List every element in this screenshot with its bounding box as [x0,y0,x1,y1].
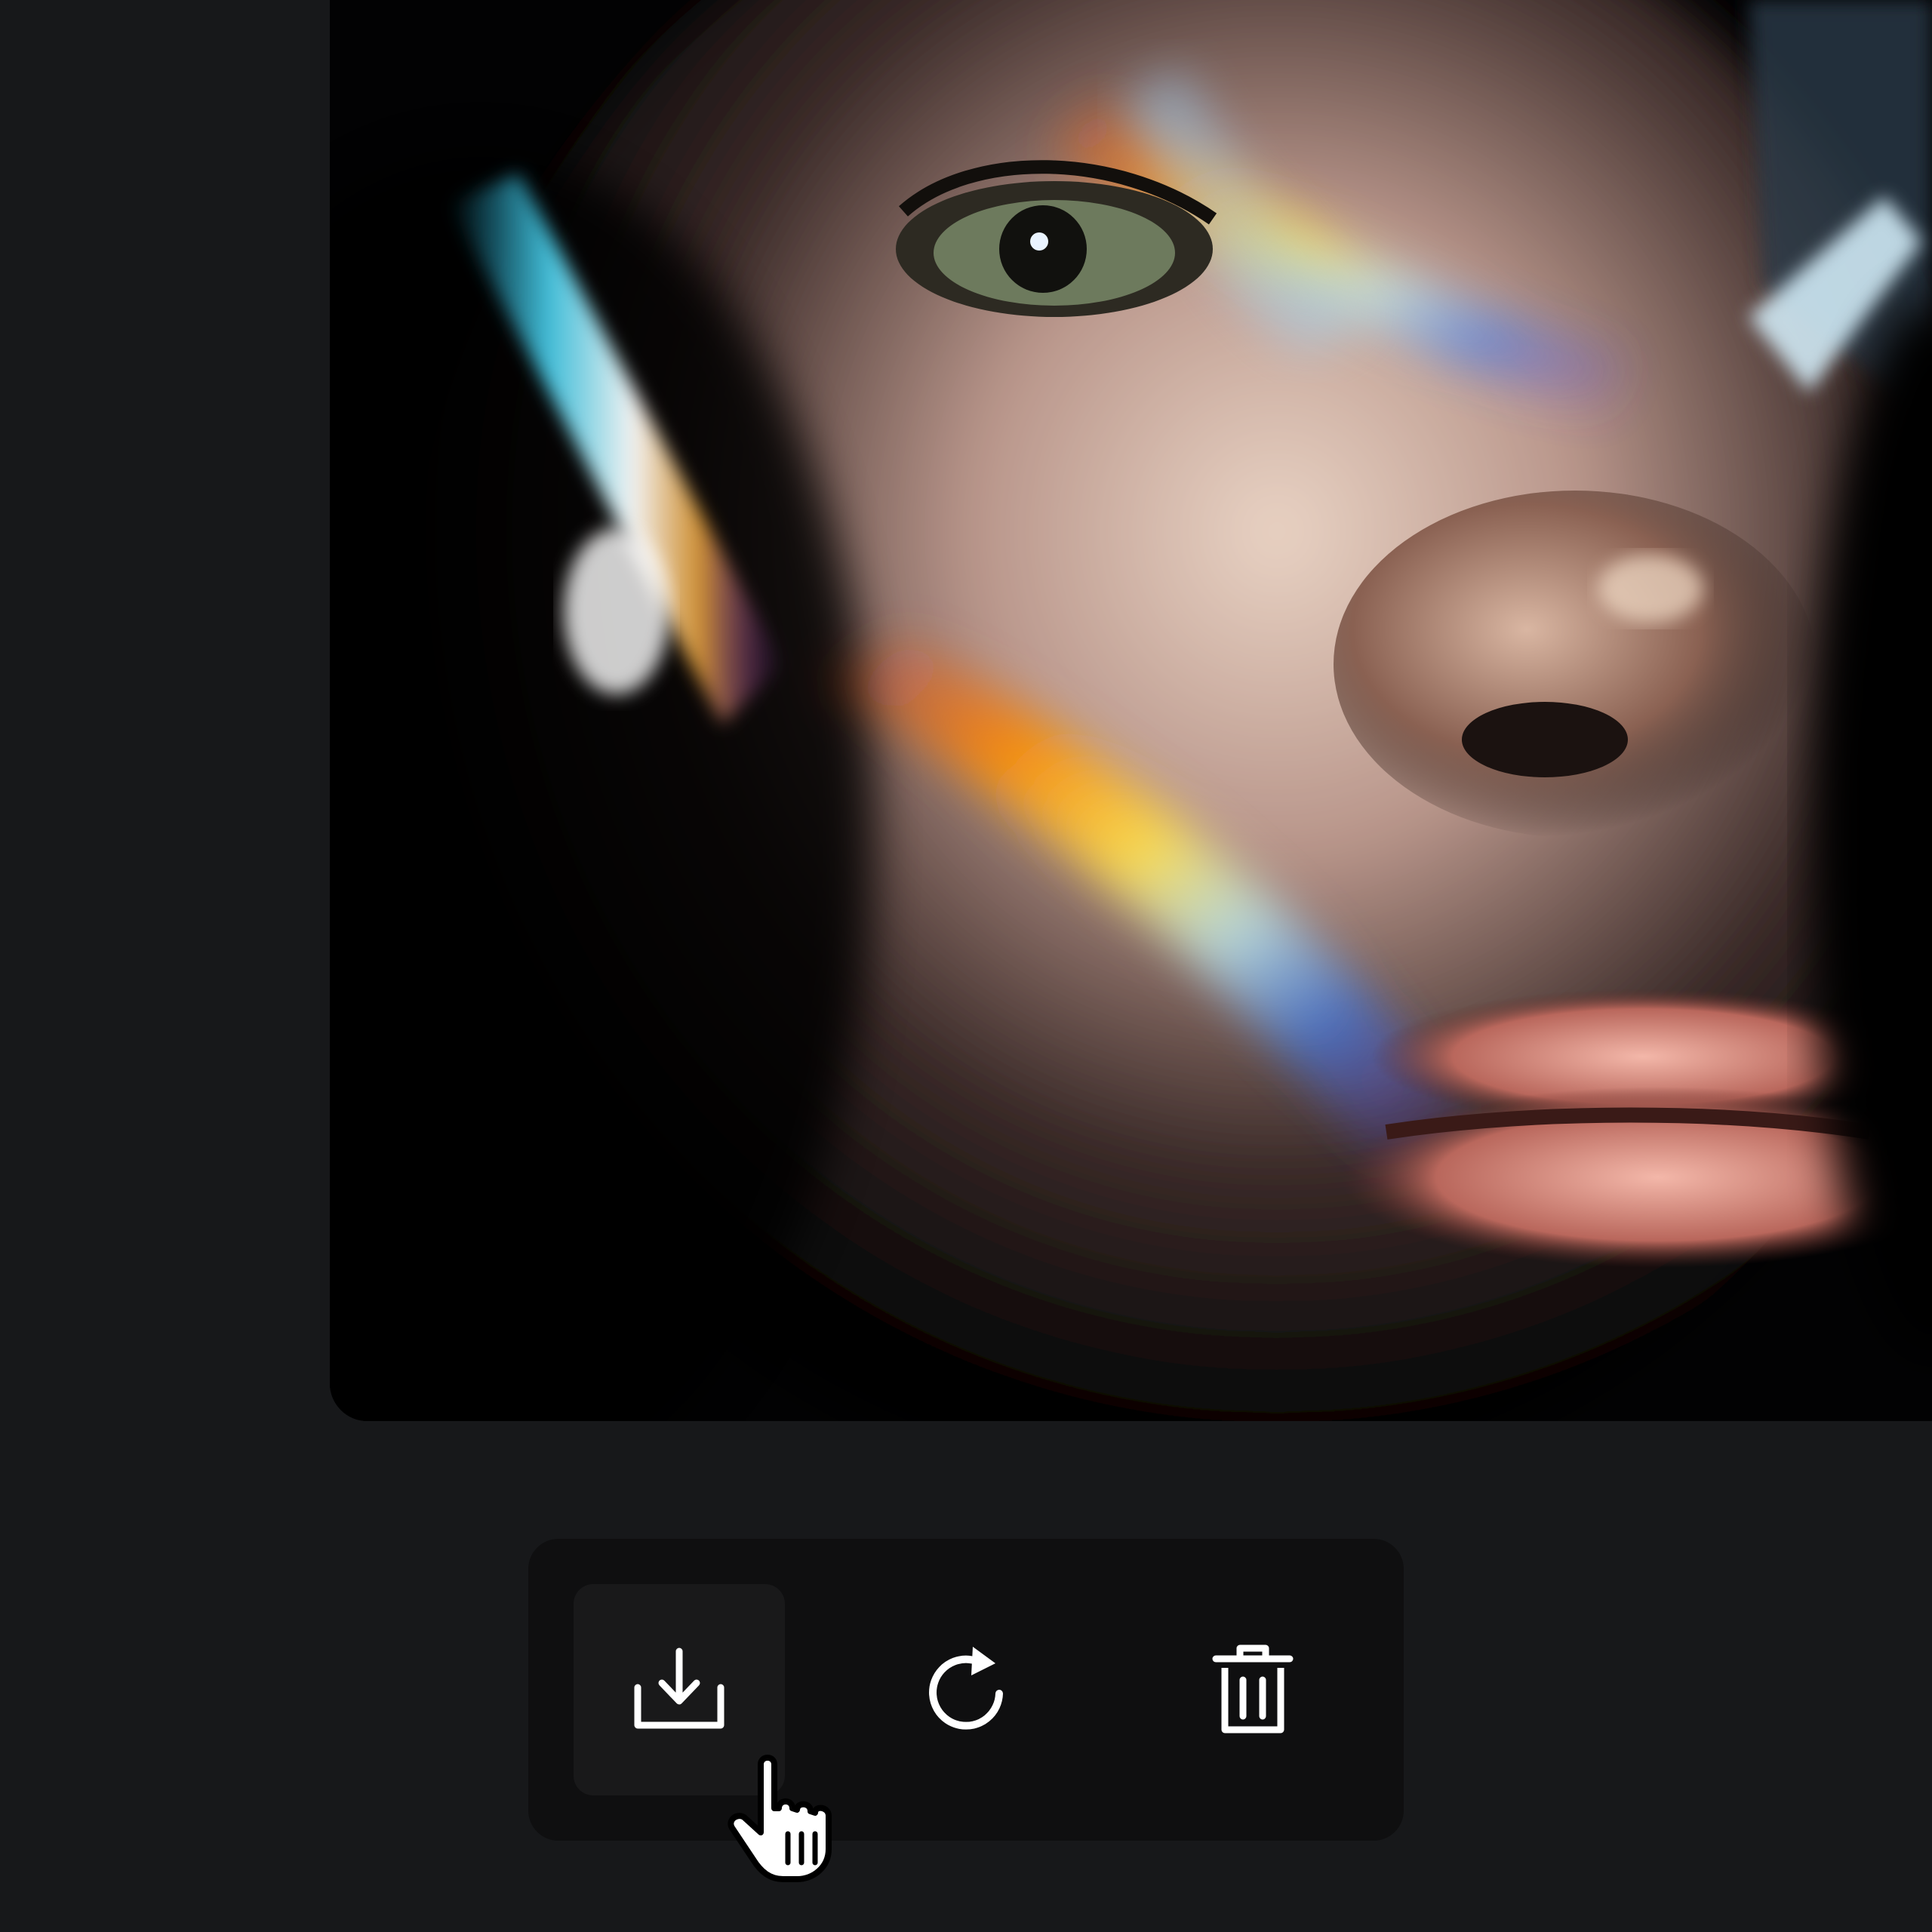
refresh-icon [929,1647,1003,1730]
download-button[interactable] [574,1584,785,1795]
trash-icon [1212,1644,1294,1734]
image-action-toolbar [528,1539,1404,1841]
regenerate-button[interactable] [860,1584,1072,1795]
portrait-image [330,0,1932,1421]
delete-button[interactable] [1147,1584,1358,1795]
image-viewer [0,0,1932,1932]
generated-image[interactable] [330,0,1932,1421]
download-icon [634,1647,724,1729]
